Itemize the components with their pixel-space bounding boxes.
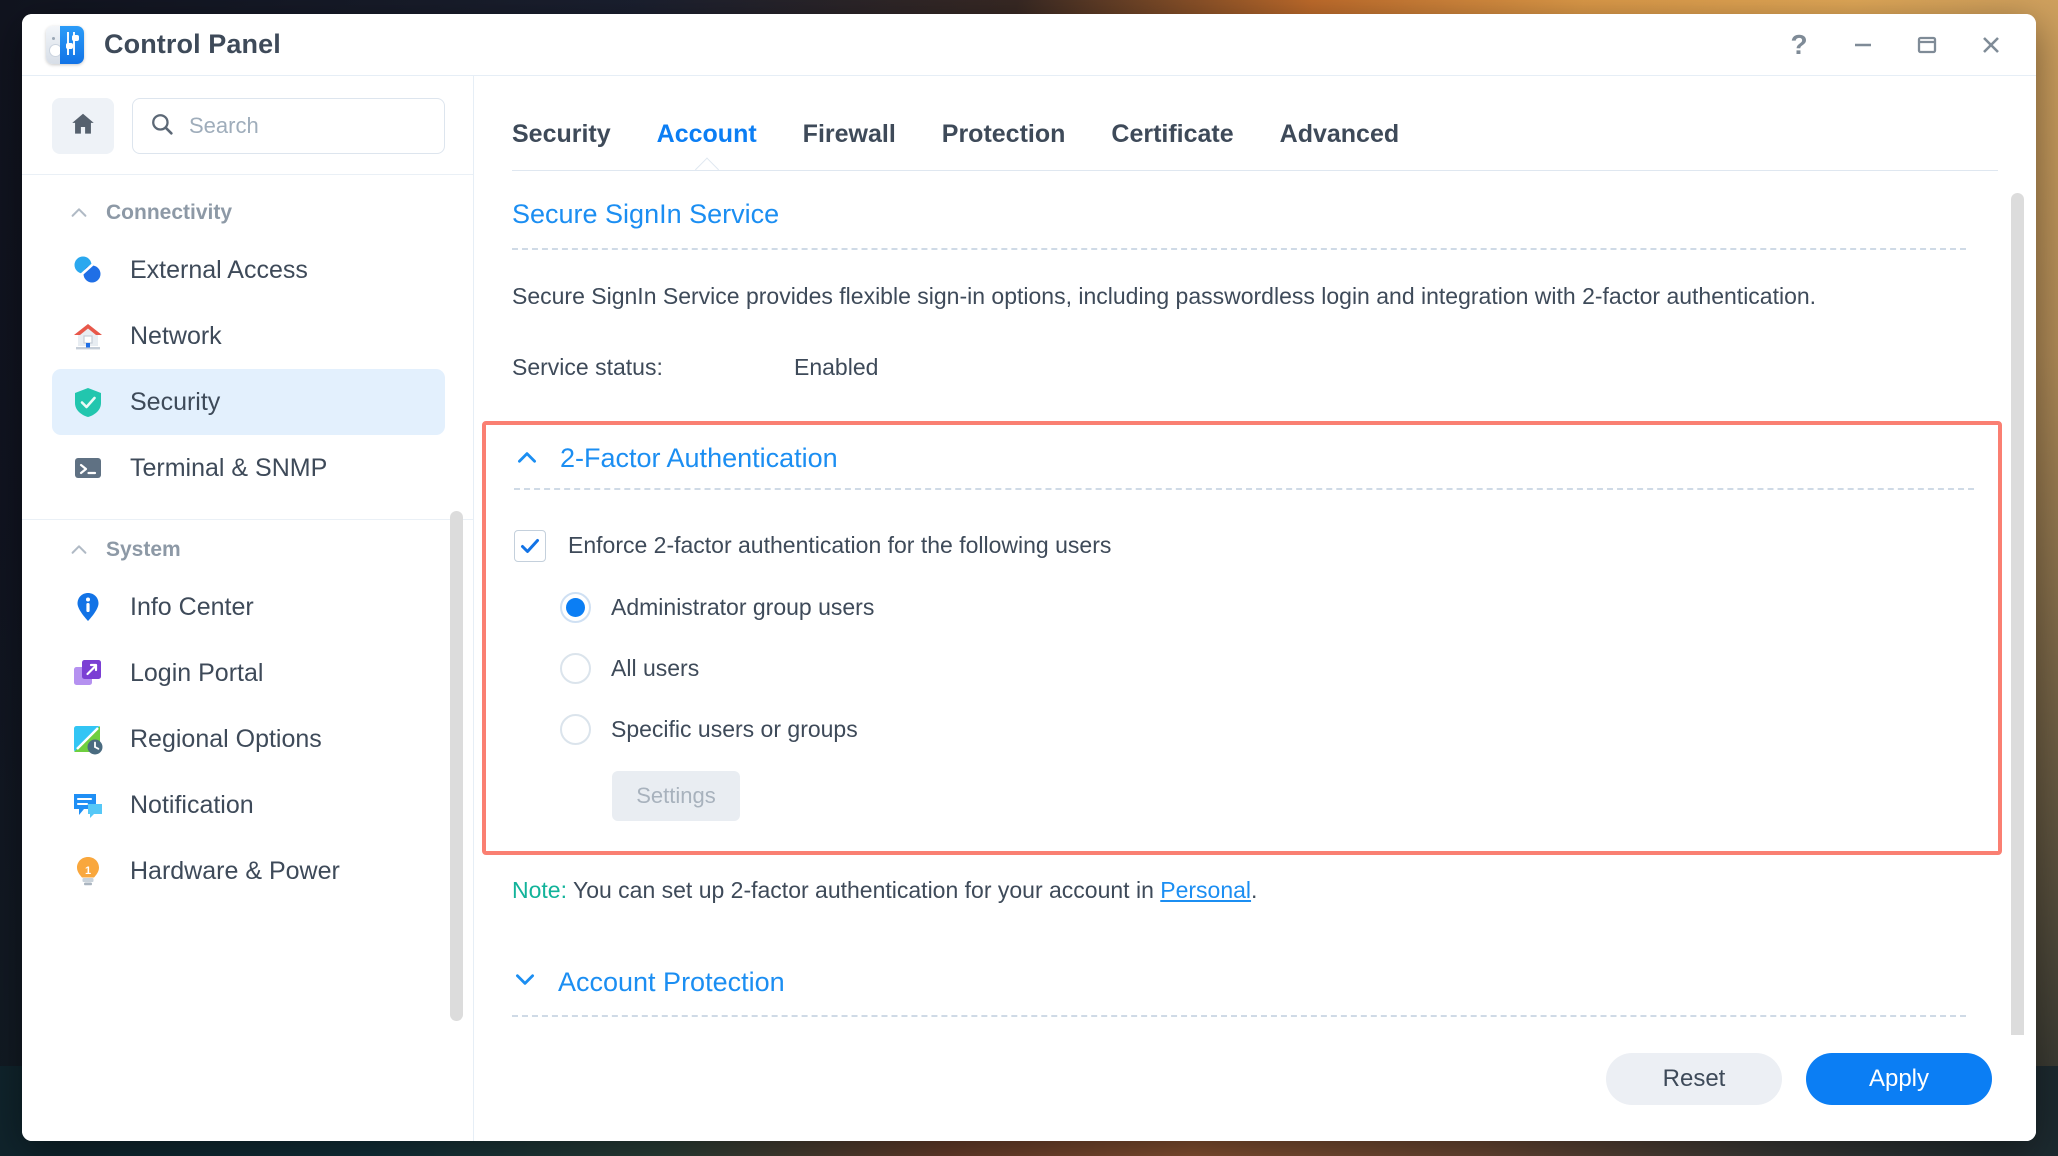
tab-account[interactable]: Account <box>657 120 757 171</box>
help-icon[interactable]: ? <box>1784 30 1814 60</box>
sidebar-group-label: System <box>106 538 181 561</box>
info-center-icon <box>68 587 108 627</box>
apply-button[interactable]: Apply <box>1806 1053 1992 1105</box>
sidebar-item-info-center[interactable]: Info Center <box>52 574 445 640</box>
enforce-2fa-checkbox-row[interactable]: Enforce 2-factor authentication for the … <box>514 529 1974 562</box>
radio-specific-users-or-groups[interactable]: Specific users or groups <box>560 713 1974 745</box>
terminal-icon <box>68 448 108 488</box>
sidebar-item-security[interactable]: Security <box>52 369 445 435</box>
tab-protection[interactable]: Protection <box>942 120 1066 171</box>
secure-signin-description: Secure SignIn Service provides flexible … <box>512 283 1817 309</box>
note-text: Note: You can set up 2-factor authentica… <box>512 877 1966 904</box>
sidebar-group-system[interactable]: System <box>22 520 473 574</box>
sidebar-item-regional-options[interactable]: Regional Options <box>52 706 445 772</box>
sidebar-item-terminal-snmp[interactable]: Terminal & SNMP <box>52 435 445 501</box>
enforce-2fa-label: Enforce 2-factor authentication for the … <box>568 532 1112 559</box>
note-before: You can set up 2-factor authentication f… <box>566 876 1161 903</box>
content-scroll-area: Secure SignIn Service Secure SignIn Serv… <box>474 171 2036 1035</box>
content-scrollbar[interactable] <box>2011 193 2024 1035</box>
tab-bar: Security Account Firewall Protection Cer… <box>474 76 2036 171</box>
radio-button[interactable] <box>560 652 591 684</box>
main-panel: Security Account Firewall Protection Cer… <box>474 76 2036 1141</box>
control-panel-window: Control Panel ? Search Connectivity Exte… <box>22 14 2036 1141</box>
settings-button[interactable]: Settings <box>612 770 740 821</box>
tab-firewall[interactable]: Firewall <box>803 120 896 171</box>
sidebar-item-notification[interactable]: Notification <box>52 772 445 838</box>
radio-button[interactable] <box>560 591 591 623</box>
service-status-row: Service status: Enabled <box>512 354 1966 381</box>
minimize-icon[interactable] <box>1848 30 1878 60</box>
two-factor-divider <box>514 487 1974 490</box>
radio-all-users[interactable]: All users <box>560 652 1974 684</box>
account-protection-title: Account Protection <box>558 966 785 997</box>
sidebar-item-label: Regional Options <box>130 724 322 753</box>
search-box[interactable] <box>132 98 445 154</box>
sidebar-item-external-access[interactable]: External Access <box>52 237 445 303</box>
two-factor-header[interactable]: 2-Factor Authentication <box>514 443 1974 474</box>
control-panel-sliders-icon <box>46 25 84 64</box>
tab-security[interactable]: Security <box>512 120 611 171</box>
note-after: . <box>1251 876 1258 903</box>
account-protection-header[interactable]: Account Protection <box>512 966 1966 999</box>
radio-administrator-group-users[interactable]: Administrator group users <box>560 591 1974 623</box>
enforce-2fa-checkbox[interactable] <box>514 529 546 562</box>
close-icon[interactable] <box>1976 30 2006 60</box>
secure-signin-title: Secure SignIn Service <box>512 199 780 229</box>
sidebar-group-label: Connectivity <box>106 201 233 224</box>
tab-advanced[interactable]: Advanced <box>1280 120 1399 171</box>
sidebar-scroll-area: Connectivity External Access Network Sec… <box>22 175 473 1141</box>
two-factor-highlight-box: 2-Factor Authentication Enforce 2-factor… <box>482 420 2002 855</box>
radio-label: Administrator group users <box>611 593 875 620</box>
service-status-value: Enabled <box>794 353 879 380</box>
radio-label: All users <box>611 654 700 681</box>
sidebar-item-label: External Access <box>130 255 308 284</box>
section-divider <box>512 248 1966 250</box>
sidebar-item-hardware-power[interactable]: 1 Hardware & Power <box>52 838 445 904</box>
sidebar-group-connectivity[interactable]: Connectivity <box>22 183 473 237</box>
radio-label: Specific users or groups <box>611 715 858 742</box>
hardware-power-bulb-icon: 1 <box>68 851 108 891</box>
maximize-icon[interactable] <box>1912 30 1942 60</box>
two-factor-title: 2-Factor Authentication <box>560 442 838 473</box>
chevron-up-icon <box>68 539 90 561</box>
chevron-up-icon <box>68 202 90 224</box>
account-protection-divider <box>512 1014 1966 1017</box>
regional-options-icon <box>68 719 108 759</box>
sidebar-item-label: Info Center <box>130 592 254 621</box>
footer-bar: Reset Apply <box>474 1035 2036 1141</box>
note-key: Note: <box>512 876 567 903</box>
svg-text:1: 1 <box>85 865 91 877</box>
network-house-icon <box>68 316 108 356</box>
sidebar-item-label: Login Portal <box>130 658 264 687</box>
sidebar-item-label: Notification <box>130 790 254 819</box>
sidebar-item-label: Hardware & Power <box>130 856 340 885</box>
window-controls: ? <box>1784 30 2016 60</box>
sidebar-item-label: Network <box>130 321 222 350</box>
sidebar-scrollbar[interactable] <box>450 511 463 1021</box>
sidebar-item-label: Security <box>130 387 221 416</box>
sidebar-item-label: Terminal & SNMP <box>130 453 328 482</box>
home-icon <box>69 110 97 143</box>
personal-link[interactable]: Personal <box>1160 877 1251 903</box>
sidebar: Connectivity External Access <box>22 76 474 1141</box>
window-title: Control Panel <box>104 29 281 59</box>
chevron-up-icon <box>514 445 540 471</box>
sidebar-item-login-portal[interactable]: Login Portal <box>52 640 445 706</box>
titlebar: Control Panel ? <box>22 14 2036 76</box>
security-shield-icon <box>68 382 108 422</box>
home-button[interactable] <box>52 98 114 154</box>
reset-button[interactable]: Reset <box>1606 1053 1782 1105</box>
notification-icon <box>68 785 108 825</box>
tab-certificate[interactable]: Certificate <box>1111 120 1233 171</box>
service-status-label: Service status: <box>512 353 663 380</box>
search-icon <box>149 111 175 142</box>
radio-button[interactable] <box>560 713 591 745</box>
sidebar-item-network[interactable]: Network <box>52 303 445 369</box>
login-portal-icon <box>68 653 108 693</box>
external-access-icon <box>68 250 108 290</box>
sidebar-top-bar <box>22 76 473 175</box>
search-input[interactable] <box>189 113 428 139</box>
chevron-down-icon <box>512 966 538 999</box>
